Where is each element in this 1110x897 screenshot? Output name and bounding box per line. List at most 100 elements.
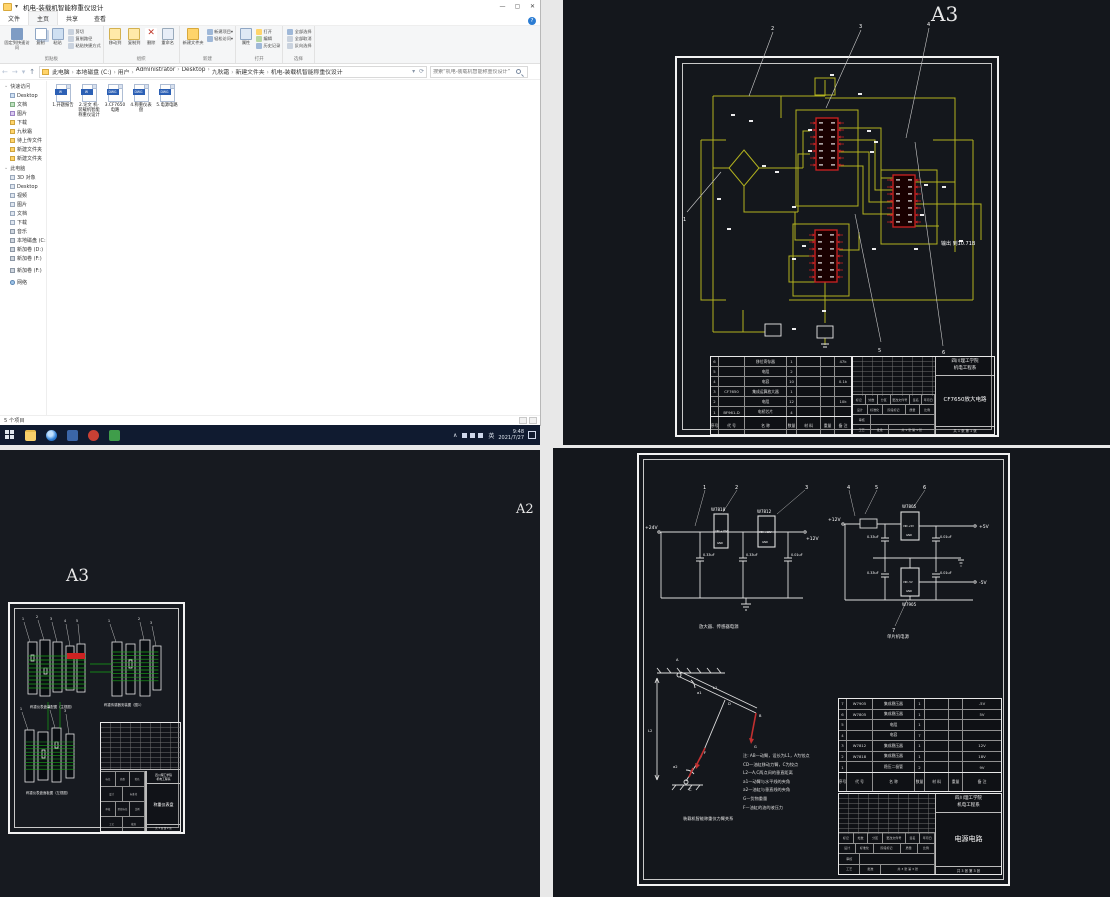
sidebar-item[interactable]: 新建文件夹: [0, 154, 46, 163]
sidebar-item[interactable]: 新加卷 (D:): [0, 245, 46, 254]
tab-home[interactable]: 主页: [28, 11, 59, 25]
quick-access-header[interactable]: 快速访问: [0, 81, 46, 91]
input-language-indicator[interactable]: 英: [488, 431, 494, 440]
copy-path-button[interactable]: 复制路径: [68, 35, 101, 42]
sidebar-item[interactable]: 图片: [0, 200, 46, 209]
red-component: [67, 653, 85, 659]
file-item[interactable]: DWG 3.CF7650电路: [104, 84, 126, 134]
bom-cell: CF7650: [719, 387, 745, 396]
file-item[interactable]: DWG 5.电源电路: [156, 84, 178, 134]
breadcrumb-segment[interactable]: 机电-装载机智能称重仪设计: [271, 67, 345, 76]
sidebar-item[interactable]: 文档: [0, 100, 46, 109]
breadcrumb-segment[interactable]: 用户: [118, 67, 134, 76]
taskbar-browser-icon[interactable]: [46, 429, 57, 441]
breadcrumb[interactable]: 此电脑本地磁盘 (C:)用户AdministratorDesktop九秋霜新建文…: [52, 67, 346, 76]
taskbar-green-app-icon[interactable]: [109, 429, 120, 441]
this-pc-header[interactable]: 此电脑: [0, 163, 46, 173]
sidebar-item[interactable]: Desktop: [0, 182, 46, 191]
sidebar-item[interactable]: 新加卷 (F:): [0, 254, 46, 263]
close-button[interactable]: ✕: [525, 0, 540, 13]
help-icon[interactable]: ?: [528, 17, 536, 25]
breadcrumb-segment[interactable]: Administrator: [136, 67, 180, 76]
open-button[interactable]: 打开: [256, 28, 280, 35]
file-type-badge: DWG: [106, 89, 119, 95]
up-button[interactable]: ↑: [29, 68, 35, 76]
sidebar-item[interactable]: 图片: [0, 109, 46, 118]
icons-view-toggle[interactable]: [529, 417, 537, 424]
breadcrumb-segment[interactable]: Desktop: [182, 67, 210, 76]
taskbar-red-app-icon[interactable]: [88, 429, 99, 441]
select-all-button[interactable]: 全部选择: [287, 28, 312, 35]
breadcrumb-segment[interactable]: 新建文件夹: [236, 67, 269, 76]
invert-selection-icon: [287, 42, 294, 49]
sidebar-item-network[interactable]: 网络: [0, 278, 46, 287]
ribbon-group-open: 属性 打开 编辑 历史记录 打开: [236, 26, 284, 63]
address-bar[interactable]: 此电脑本地磁盘 (C:)用户AdministratorDesktop九秋霜新建文…: [39, 65, 428, 78]
sidebar-item[interactable]: 下载: [0, 118, 46, 127]
file-icon: DWG: [132, 84, 149, 102]
clock[interactable]: 9:48 2021/7/27: [498, 429, 524, 442]
move-to-button[interactable]: 移动到: [107, 28, 124, 46]
file-item[interactable]: DWG 4.称重仪表盘: [130, 84, 152, 134]
sidebar-item[interactable]: 文档: [0, 209, 46, 218]
ic-chip-3: [808, 229, 844, 283]
delete-button[interactable]: ✕ 删除: [145, 28, 158, 46]
start-button[interactable]: [5, 430, 15, 440]
back-button[interactable]: ←: [2, 68, 8, 76]
paste-button[interactable]: 粘贴: [50, 28, 65, 46]
tab-share[interactable]: 共享: [58, 12, 86, 25]
properties-button[interactable]: 属性: [239, 28, 253, 46]
new-item-button[interactable]: 新建项目 ▾: [206, 28, 233, 35]
taskbar-chat-app-icon[interactable]: [67, 429, 78, 441]
cut-button[interactable]: 剪切: [68, 28, 101, 35]
file-item[interactable]: W 2.论文 机-装载机智能称重仪设计: [78, 84, 100, 134]
bom-cell: [719, 377, 745, 386]
minimize-button[interactable]: —: [495, 0, 510, 13]
file-item[interactable]: W 1.开题报告: [52, 84, 74, 134]
tb-label: 质量: [901, 843, 918, 853]
sidebar-item[interactable]: 音乐: [0, 227, 46, 236]
forward-button[interactable]: →: [12, 68, 18, 76]
copy-to-button[interactable]: 复制到: [126, 28, 143, 46]
quick-access-toolbar-dropdown[interactable]: ▾: [15, 3, 18, 10]
rename-button[interactable]: 重命名: [160, 28, 176, 46]
address-dropdown-icon[interactable]: ▾: [412, 68, 415, 75]
pin-to-quick-access-button[interactable]: 固定到快速访问: [3, 28, 31, 50]
maximize-button[interactable]: ▢: [510, 0, 525, 13]
breadcrumb-segment[interactable]: 本地磁盘 (C:): [76, 67, 116, 76]
sidebar-item[interactable]: 九秋霜: [0, 127, 46, 136]
refresh-icon[interactable]: ⟳: [419, 68, 424, 75]
recent-locations-dropdown[interactable]: ▾: [22, 68, 26, 76]
breadcrumb-segment[interactable]: 九秋霜: [212, 67, 234, 76]
sidebar-item[interactable]: 本地磁盘 (C:): [0, 236, 46, 245]
tab-file[interactable]: 文件: [0, 12, 28, 25]
sidebar-item[interactable]: 下载: [0, 218, 46, 227]
taskbar-file-explorer-icon[interactable]: [25, 429, 36, 441]
bom-cell: [847, 762, 873, 773]
select-none-button[interactable]: 全部取消: [287, 35, 312, 42]
sidebar-item[interactable]: 视频: [0, 191, 46, 200]
sidebar-item[interactable]: Desktop: [0, 91, 46, 100]
sound-icon[interactable]: [469, 432, 475, 438]
drive-icon: [10, 175, 15, 180]
sidebar-item[interactable]: 3D 对象: [0, 173, 46, 182]
sidebar-item[interactable]: 待上传文件: [0, 136, 46, 145]
history-button[interactable]: 历史记录: [256, 42, 280, 49]
action-center-icon[interactable]: [528, 431, 536, 439]
sidebar-item[interactable]: 新建文件夹: [0, 145, 46, 154]
search-input[interactable]: [431, 68, 516, 75]
paste-shortcut-button[interactable]: 粘贴快捷方式: [68, 42, 101, 49]
battery-icon[interactable]: [477, 432, 483, 438]
breadcrumb-segment[interactable]: 此电脑: [52, 67, 74, 76]
network-icon[interactable]: [461, 432, 467, 438]
edit-button[interactable]: 编辑: [256, 35, 280, 42]
tray-expand-icon[interactable]: ∧: [453, 432, 457, 439]
new-folder-button[interactable]: 新建文件夹: [183, 28, 204, 46]
invert-selection-button[interactable]: 反向选择: [287, 42, 312, 49]
sidebar-item-extra-drive[interactable]: 新加卷 (F:): [0, 266, 46, 275]
details-view-toggle[interactable]: [519, 417, 527, 424]
tab-view[interactable]: 查看: [86, 12, 114, 25]
search-box[interactable]: [430, 65, 529, 78]
copy-button[interactable]: 复制: [33, 28, 48, 46]
easy-access-button[interactable]: 轻松访问 ▾: [206, 35, 233, 42]
